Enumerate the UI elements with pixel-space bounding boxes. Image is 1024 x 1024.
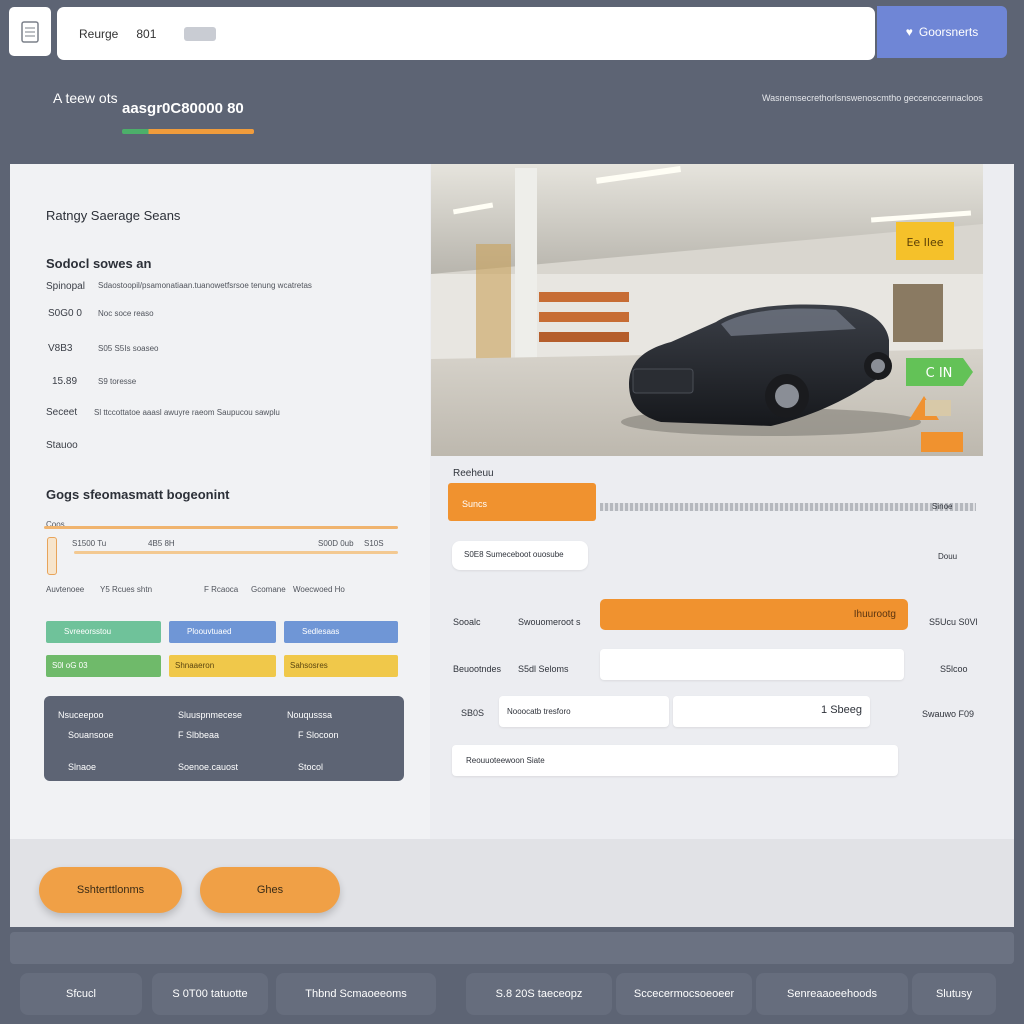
section-title-details: Sodocl sowes an [46,256,152,271]
option-4[interactable]: Woecwoed Ho [293,585,345,594]
form-value: S5lcoo [940,664,968,674]
detail-key: S0G0 0 [48,308,82,319]
search-label: Reurge [79,26,119,41]
form-value: Swauwo F09 [922,709,975,719]
heart-icon: ♥ [905,25,913,39]
tab-divider [600,503,976,511]
table-cell: F Slocoon [298,730,339,740]
table-cell: Souansooe [68,730,114,740]
slider-left-value: S1500 Tu [72,539,107,548]
filter-tag[interactable]: Ploouvtuaed [169,621,276,643]
taskbar-item[interactable]: Senreaaoeehoods [756,973,908,1015]
info-pill-right: Douu [938,552,958,561]
slider-caption: Auvtenoee [46,585,85,594]
vehicle-photo: Ee Ilee C IN [431,164,983,456]
taskbar-item-label: Sccecermocsoeoeer [633,988,735,1000]
option-3[interactable]: Gcomane [251,585,286,594]
slider-mid-value: 4B5 8H [148,539,175,548]
filter-tag[interactable]: Sahsosres [284,655,398,677]
store-sign-text: Ee Ilee [906,236,943,249]
taskbar-item[interactable]: S 0T00 tatuotte [152,973,268,1015]
taskbar-item-label: Slutusy [935,988,973,1000]
detail-value: S9 toresse [98,377,137,386]
detail-key: Seceet [46,407,78,418]
filter-tag[interactable]: Shnaaeron [169,655,276,677]
slider-track [44,526,398,529]
slider-track-secondary [74,551,398,554]
option-1[interactable]: Y5 Rcues shtn [100,585,152,594]
section-title-range: Gogs sfeomasmatt bogeonint [46,487,230,502]
table-cell: Soenoe.cauost [178,762,239,772]
detail-key: 15.89 [52,376,78,387]
summary-table: Nsuceepoo Sluuspnmecese Nouqusssa Souans… [44,696,404,781]
quantity-field[interactable]: 1 Sbeeg [673,696,870,727]
table-cell: Stocol [298,762,324,772]
garage-car-illustration: Ee Ilee C IN [431,164,983,456]
detail-value: Sl ttccottatoe aaasl awuyre raeom Saupuc… [94,408,280,417]
detail-key: Spinopal [46,281,85,292]
primary-cta-button[interactable]: ♥ Goorsnerts [877,6,1007,58]
form-label: Beuootndes [453,664,502,674]
taskbar-item-label: Sfcucl [66,988,96,1000]
page-title: A teew ots [53,90,118,106]
option-2[interactable]: F Rcaoca [204,585,238,594]
taskbar-item-label: Senreaaoeehoods [787,988,877,1000]
form-label: Sooalc [453,617,481,627]
text-field[interactable]: Nooocatb tresforo [499,696,669,727]
filter-tag[interactable]: Sedlesaas [284,621,398,643]
detail-key: V8B3 [48,343,73,354]
range-slider[interactable]: Coos S1500 Tu 4B5 8H S00D 0ub S10S [44,515,400,575]
header-meta: Wasnemsecrethorlsnswenoscmtho geccenccen… [762,93,983,103]
taskbar-item[interactable]: Thbnd Scmaoeeoms [276,973,436,1015]
header-progress-bar [122,129,254,134]
filter-tag[interactable]: S0l oG 03 [46,655,161,677]
detail-value: S05 S5Is soaseo [98,344,159,353]
table-header: Nouqusssa [287,710,333,720]
slider-right-value-2: S10S [364,539,384,548]
table-cell: Slnaoe [68,762,97,772]
secondary-action-button[interactable]: Ghes [200,867,340,913]
text-field-wide[interactable]: Reouuoteewoon Siate [452,745,898,776]
footer-bar [10,932,1014,964]
taskbar-item[interactable]: Slutusy [912,973,996,1015]
taskbar: Sfcucl S 0T00 tatuotte Thbnd Scmaoeeoms … [10,968,1014,1020]
table-cell: F Slbbeaa [178,730,220,740]
taskbar-item[interactable]: Sfcucl [20,973,142,1015]
taskbar-item[interactable]: Sccecermocsoeoeer [616,973,752,1015]
form-label: SB0S [461,708,485,718]
form-sublabel: S5dl Seloms [518,664,569,674]
search-value: 801 [136,26,157,41]
form-sublabel: Swouomeroot s [518,617,581,627]
detail-value: Sdaostoopil/psamonatiaan.tuanowetfsrsoe … [98,281,312,290]
slider-right-value: S00D 0ub [318,539,354,548]
text-field[interactable] [600,649,904,680]
badge-text: C IN [926,366,953,381]
detail-value: Noc soce reaso [98,309,154,318]
search-chip[interactable] [184,26,217,41]
form-value: S5Ucu S0Vl [929,617,978,627]
search-bar[interactable]: Reurge 801 [57,7,875,60]
primary-action-button[interactable]: Sshterttlonms [39,867,182,913]
menu-button[interactable] [9,7,51,56]
taskbar-item-label: Thbnd Scmaoeeoms [305,988,407,1000]
taskbar-item-label: S 0T00 tatuotte [172,988,248,1000]
detail-key: Stauoo [46,440,78,451]
list-icon [21,20,39,43]
cta-label: Goorsnerts [918,25,979,39]
table-header: Sluuspnmecese [178,710,243,720]
section-title-storage: Ratngy Saerage Seans [46,208,181,223]
tab-active[interactable]: Suncs [448,483,596,521]
taskbar-item[interactable]: S.8 20S taeceopz [466,973,612,1015]
table-header: Nsuceepoo [58,710,104,720]
right-section-label: Reeheuu [453,468,494,479]
page-subtitle: aasgr0C80000 80 [122,100,244,117]
filter-tag[interactable]: Svreeorsstou [46,621,161,643]
info-pill[interactable]: S0E8 Sumeceboot ouosube [452,541,588,570]
tab-inactive[interactable]: Sinoe [932,502,952,511]
slider-handle[interactable] [47,537,57,575]
taskbar-item-label: S.8 20S taeceopz [495,988,583,1000]
select-highlighted[interactable]: Ihuurootg [600,599,908,630]
